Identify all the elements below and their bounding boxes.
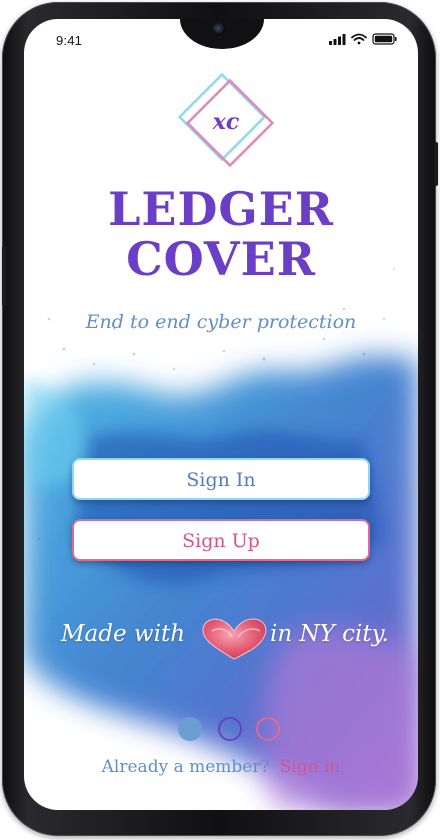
made-with-suffix: in NY city.	[270, 621, 389, 647]
sign-in-link[interactable]: Sign in	[280, 757, 341, 777]
sign-in-button[interactable]: Sign In	[72, 458, 370, 500]
ledger-cover-logo: xc	[177, 72, 275, 168]
brand-name-line2: COVER	[126, 232, 316, 286]
brand-name-line1: LEDGER	[108, 182, 334, 236]
heart-icon	[202, 618, 267, 660]
sign-up-button[interactable]: Sign Up	[72, 519, 370, 561]
logo-monogram: xc	[212, 109, 240, 135]
battery-icon	[372, 33, 397, 45]
phone-frame: 9:41 xc LEDGER COVER End to end cyber pr…	[2, 2, 438, 836]
power-button	[434, 142, 438, 186]
cellular-signal-icon	[329, 34, 346, 45]
app-screen: 9:41 xc LEDGER COVER End to end cyber pr…	[24, 19, 418, 810]
page-indicator-dot-3[interactable]	[256, 717, 280, 741]
made-with-prefix: Made with	[61, 621, 186, 647]
status-icons	[329, 33, 397, 45]
footer-prompt: Already a member? Sign in	[24, 757, 418, 777]
status-time: 9:41	[56, 33, 83, 48]
volume-button	[2, 246, 6, 306]
wifi-icon	[351, 33, 367, 45]
page-indicator-dot-1[interactable]	[178, 717, 202, 741]
page-indicator-dot-2[interactable]	[218, 717, 242, 741]
tagline: End to end cyber protection	[85, 311, 357, 333]
already-member-text: Already a member?	[101, 757, 270, 777]
front-camera	[213, 23, 226, 36]
